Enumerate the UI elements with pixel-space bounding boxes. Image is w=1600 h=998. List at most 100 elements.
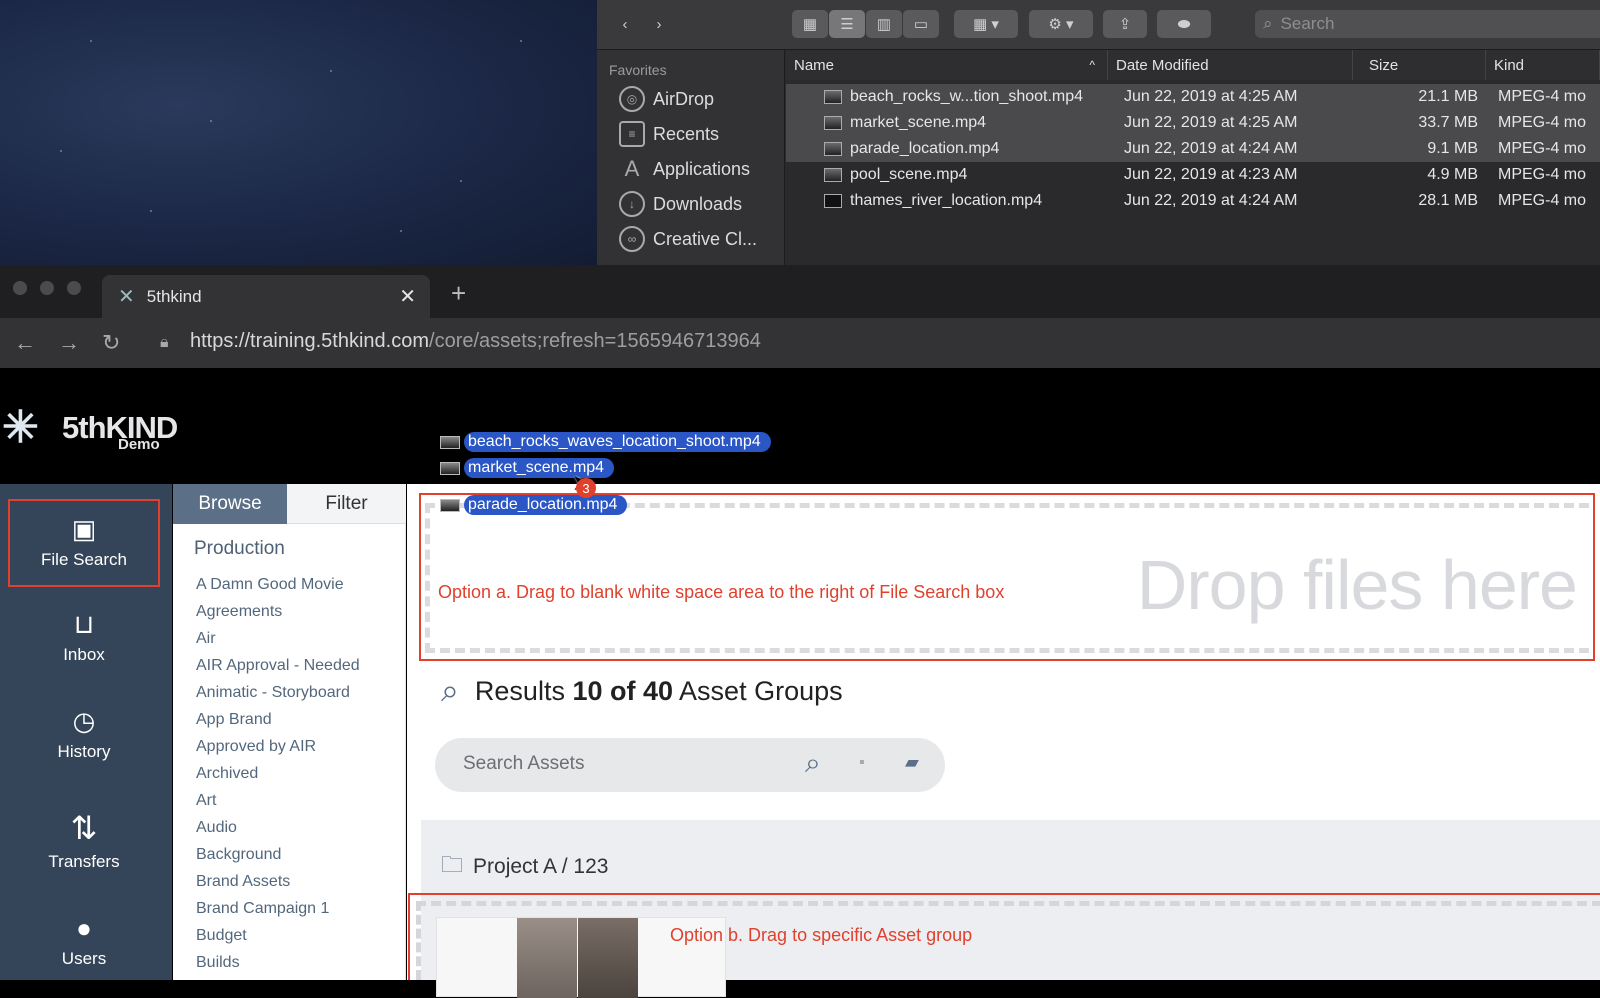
asset-group-title[interactable]: 🗀︎ Project A / 123 <box>441 848 608 886</box>
browse-item[interactable]: Agreements <box>196 603 282 621</box>
icon-view-icon[interactable]: ▦ <box>792 10 828 38</box>
column-header-date[interactable]: Date Modified <box>1108 50 1353 80</box>
sidebar-item-airdrop[interactable]: ◎ AirDrop <box>619 86 714 112</box>
new-tab-icon[interactable]: + <box>451 278 466 309</box>
file-row[interactable]: beach_rocks_w...tion_shoot.mp4 Jun 22, 2… <box>786 84 1600 110</box>
browse-item[interactable]: Budget <box>196 927 247 945</box>
5thkind-logo-icon: ✳ <box>2 403 39 452</box>
tab-5thkind[interactable]: ✕ 5thkind ✕ <box>102 275 430 318</box>
folder-icon: 🗀︎ <box>441 852 464 877</box>
video-thumbnail-icon <box>440 461 460 475</box>
browser-tab-bar: ✕ 5thkind ✕ + <box>0 265 1600 318</box>
video-thumbnail-icon <box>824 90 842 104</box>
tag-icon[interactable]: ⬬ <box>1157 10 1211 38</box>
browse-item[interactable]: Builds <box>196 954 240 972</box>
asset-thumbnail <box>578 918 638 998</box>
list-view-icon[interactable]: ☰ <box>829 10 865 38</box>
browse-item[interactable]: AIR Approval - Needed <box>196 657 360 675</box>
drop-zone[interactable]: Drop files here Option a. Drag to blank … <box>419 493 1595 661</box>
transfer-icon: ⇅ <box>70 810 98 846</box>
column-header-kind[interactable]: Kind <box>1486 50 1600 80</box>
logo-subtitle: Demo <box>118 436 160 453</box>
forward-icon[interactable]: › <box>643 10 675 38</box>
video-thumbnail-icon <box>824 116 842 130</box>
sidebar-item-downloads[interactable]: ↓ Downloads <box>619 191 742 217</box>
tab-browse[interactable]: Browse <box>173 484 287 524</box>
nav-history[interactable]: ◷ History <box>8 691 160 779</box>
back-icon[interactable]: ‹ <box>609 10 641 38</box>
reload-icon[interactable]: ↻ <box>102 330 120 356</box>
column-header-size[interactable]: Size <box>1353 50 1486 80</box>
nav-inbox[interactable]: ⊔ Inbox <box>8 594 160 682</box>
tab-filter[interactable]: Filter <box>287 484 406 524</box>
finder-search-input[interactable]: ⌕ Search <box>1255 10 1600 38</box>
browse-item[interactable]: Art <box>196 792 216 810</box>
back-arrow-icon[interactable]: ← <box>14 330 36 356</box>
clock-icon: ◷ <box>72 706 96 736</box>
url-field[interactable]: https://training.5thkind.com/core/assets… <box>190 330 761 353</box>
group-icon[interactable]: ▦ ▾ <box>954 10 1018 38</box>
nav-transfers[interactable]: ⇅ Transfers <box>8 792 160 892</box>
search-icon[interactable]: ⌕ <box>805 747 821 780</box>
forward-arrow-icon[interactable]: → <box>58 330 80 356</box>
browse-item[interactable]: A Damn Good Movie <box>196 576 344 594</box>
browse-item[interactable]: Archived <box>196 765 258 783</box>
sidebar-item-recents[interactable]: ≡ Recents <box>619 121 719 147</box>
desktop-wallpaper <box>0 0 597 265</box>
dragged-file: parade_location.mp4 <box>440 494 628 516</box>
video-thumbnail-icon <box>440 498 460 512</box>
finder-file-list: Name ^ Date Modified Size Kind beach_roc… <box>786 50 1600 265</box>
gallery-view-icon[interactable]: ▭ <box>903 10 939 38</box>
window-close-dot[interactable] <box>13 281 27 295</box>
browser-address-bar: ← → ↻ 🔒︎ https://training.5thkind.com/co… <box>0 318 1600 368</box>
close-tab-icon[interactable]: ✕ <box>399 284 416 309</box>
option-b-drop-target[interactable]: Option b. Drag to specific Asset group <box>408 893 1600 998</box>
inbox-icon: ⊔ <box>73 609 95 639</box>
share-icon[interactable]: ⇪ <box>1103 10 1147 38</box>
drag-count-badge: 3 <box>576 478 596 498</box>
folder-open-icon[interactable]: ▰ <box>905 752 919 773</box>
video-thumbnail-icon <box>824 168 842 182</box>
image-icon: ▣ <box>71 514 97 544</box>
finder-toolbar: ‹ › ▦ ☰ ▥ ▭ ▦ ▾ ⚙ ▾ ⇪ ⬬ ⌕ Search <box>597 0 1600 50</box>
save-icon[interactable]: ▪ <box>859 754 865 772</box>
file-row[interactable]: pool_scene.mp4 Jun 22, 2019 at 4:23 AM 4… <box>786 162 1600 188</box>
search-icon: ⌕ <box>1263 14 1273 33</box>
option-b-annotation: Option b. Drag to specific Asset group <box>670 925 973 945</box>
sort-ascending-icon: ^ <box>1089 58 1095 72</box>
production-heading: Production <box>194 538 285 559</box>
file-row[interactable]: market_scene.mp4 Jun 22, 2019 at 4:25 AM… <box>786 110 1600 136</box>
sidebar-item-applications[interactable]: A Applications <box>619 156 750 182</box>
browse-item[interactable]: Audio <box>196 819 237 837</box>
lock-icon: 🔒︎ <box>160 334 169 351</box>
video-thumbnail-icon <box>824 142 842 156</box>
column-header-name[interactable]: Name ^ <box>786 50 1108 80</box>
search-assets-input[interactable]: Search Assets ⌕ ▪ ▰ <box>435 738 945 792</box>
window-minimize-dot[interactable] <box>40 281 54 295</box>
dragged-file: beach_rocks_waves_location_shoot.mp4 <box>440 431 771 453</box>
file-row[interactable]: thames_river_location.mp4 Jun 22, 2019 a… <box>786 188 1600 214</box>
browse-item[interactable]: Animatic - Storyboard <box>196 684 350 702</box>
left-nav: ▣ File Search ⊔ Inbox ◷ History ⇅ Transf… <box>0 484 172 980</box>
downloads-icon: ↓ <box>619 191 645 217</box>
browse-item[interactable]: Brand Assets <box>196 873 290 891</box>
option-a-annotation: Option a. Drag to blank white space area… <box>438 582 1005 602</box>
user-icon: ● <box>76 913 92 943</box>
column-view-icon[interactable]: ▥ <box>866 10 902 38</box>
browse-item[interactable]: Brand Campaign 1 <box>196 900 329 918</box>
gear-icon[interactable]: ⚙ ▾ <box>1029 10 1093 38</box>
video-thumbnail-icon <box>440 435 460 449</box>
browse-item[interactable]: Background <box>196 846 281 864</box>
search-icon: ⌕ <box>441 672 459 708</box>
browse-item[interactable]: Air <box>196 630 216 648</box>
file-row[interactable]: parade_location.mp4 Jun 22, 2019 at 4:24… <box>786 136 1600 162</box>
app-header: ✳ 5thKIND Demo beach_rocks_waves_locatio… <box>0 368 1600 484</box>
nav-file-search[interactable]: ▣ File Search <box>8 499 160 587</box>
sidebar-item-creative-cloud[interactable]: ∞ Creative Cl... <box>619 226 757 252</box>
browse-item[interactable]: Approved by AIR <box>196 738 316 756</box>
results-heading: ⌕ Results 10 of 40 Asset Groups <box>441 672 843 708</box>
recents-icon: ≡ <box>619 121 645 147</box>
browse-item[interactable]: App Brand <box>196 711 272 729</box>
nav-users[interactable]: ● Users <box>8 898 160 986</box>
window-zoom-dot[interactable] <box>67 281 81 295</box>
